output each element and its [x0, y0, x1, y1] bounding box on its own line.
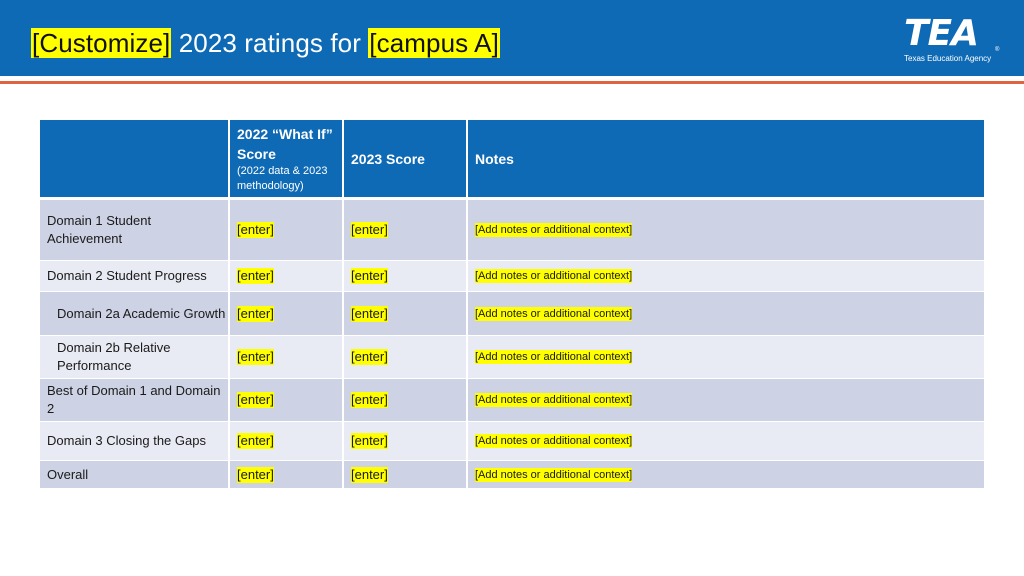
- row-label: Domain 1 Student Achievement: [47, 213, 152, 246]
- what-if-score-field[interactable]: [enter]: [237, 268, 274, 284]
- what-if-score-field[interactable]: [enter]: [237, 222, 274, 238]
- header-cell-what-if: 2022 “What If” Score (2022 data & 2023 m…: [230, 120, 344, 197]
- score-2023-field[interactable]: [enter]: [351, 392, 388, 408]
- score-2023-field[interactable]: [enter]: [351, 466, 388, 483]
- tea-logo-subtitle: Texas Education Agency: [904, 54, 992, 63]
- notes-field[interactable]: [Add notes or additional context]: [475, 306, 633, 321]
- header-2023-score-label: 2023 Score: [351, 150, 425, 167]
- tea-logo-mark: TEA: [904, 13, 979, 54]
- what-if-score-field[interactable]: [enter]: [237, 466, 274, 483]
- header-notes-label: Notes: [475, 150, 514, 167]
- table-row: Best of Domain 1 and Domain 2 [enter] [e…: [40, 379, 984, 421]
- score-2023-field[interactable]: [enter]: [351, 222, 388, 238]
- table-row: Domain 1 Student Achievement [enter] [en…: [40, 200, 984, 260]
- table-row: Domain 3 Closing the Gaps [enter] [enter…: [40, 422, 984, 460]
- header-what-if-sublabel: (2022 data & 2023 methodology): [237, 164, 328, 192]
- what-if-score-field[interactable]: [enter]: [237, 305, 274, 322]
- header-separator: [40, 197, 984, 199]
- header-cell-empty: [40, 120, 230, 197]
- registered-mark: ®: [995, 47, 1000, 53]
- title-campus-placeholder[interactable]: [campus A]: [368, 28, 500, 58]
- what-if-score-field[interactable]: [enter]: [237, 392, 274, 408]
- header-cell-2023-score: 2023 Score: [344, 120, 468, 197]
- row-label: Domain 2b Relative Performance: [57, 340, 171, 373]
- row-label: Overall: [47, 466, 89, 482]
- row-label: Best of Domain 1 and Domain 2: [47, 383, 221, 416]
- score-2023-field[interactable]: [enter]: [351, 305, 388, 322]
- row-label: Domain 3 Closing the Gaps: [47, 433, 206, 448]
- notes-field[interactable]: [Add notes or additional context]: [475, 393, 633, 407]
- score-2023-field[interactable]: [enter]: [351, 268, 388, 284]
- notes-field[interactable]: [Add notes or additional context]: [475, 350, 633, 364]
- table-row: Domain 2b Relative Performance [enter] […: [40, 336, 984, 378]
- title-bar: [Customize] 2023 ratings for [campus A] …: [0, 0, 1024, 76]
- row-label: Domain 2a Academic Growth: [57, 305, 226, 321]
- notes-field[interactable]: [Add notes or additional context]: [475, 467, 633, 482]
- divider-orange: [0, 81, 1024, 84]
- table-row: Domain 2a Academic Growth [enter] [enter…: [40, 292, 984, 335]
- notes-field[interactable]: [Add notes or additional context]: [475, 223, 633, 237]
- header-cell-notes: Notes: [468, 120, 984, 197]
- title-customize-placeholder[interactable]: [Customize]: [31, 28, 172, 58]
- score-2023-field[interactable]: [enter]: [351, 349, 388, 365]
- title-text: 2023 ratings for: [171, 28, 369, 58]
- what-if-score-field[interactable]: [enter]: [237, 433, 274, 449]
- what-if-score-field[interactable]: [enter]: [237, 349, 274, 365]
- table-row: Overall [enter] [enter] [Add notes or ad…: [40, 461, 984, 488]
- table-row: Domain 2 Student Progress [enter] [enter…: [40, 261, 984, 291]
- tea-logo: TEA ® Texas Education Agency: [900, 14, 1004, 66]
- score-2023-field[interactable]: [enter]: [351, 433, 388, 449]
- notes-field[interactable]: [Add notes or additional context]: [475, 269, 633, 283]
- table-header-row: 2022 “What If” Score (2022 data & 2023 m…: [40, 120, 984, 197]
- header-what-if-label: 2022 “What If” Score: [237, 125, 333, 162]
- notes-field[interactable]: [Add notes or additional context]: [475, 434, 633, 448]
- row-label: Domain 2 Student Progress: [47, 268, 207, 283]
- slide-title: [Customize] 2023 ratings for [campus A]: [31, 24, 500, 62]
